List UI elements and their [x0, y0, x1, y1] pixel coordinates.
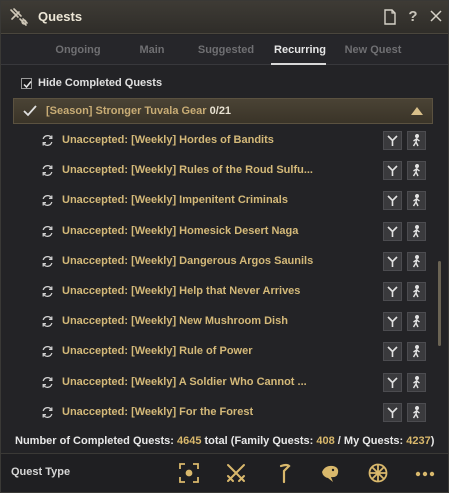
quest-row[interactable]: Unaccepted: [Weekly] New Mushroom Dish [13, 306, 433, 336]
quest-row[interactable]: Unaccepted: [Weekly] Impenitent Criminal… [13, 185, 433, 215]
document-icon[interactable] [382, 9, 398, 25]
auto-path-button[interactable] [407, 161, 426, 181]
tab-suggested[interactable]: Suggested [193, 44, 259, 56]
quest-group-count: 0/21 [209, 105, 232, 117]
more-icon[interactable] [414, 462, 436, 484]
recurring-icon [41, 134, 54, 147]
quest-row[interactable]: Unaccepted: [Weekly] Rule of Power [13, 336, 433, 366]
auto-path-button[interactable] [407, 221, 426, 241]
navigate-button[interactable] [383, 372, 402, 392]
tab-main[interactable]: Main [129, 44, 175, 56]
quest-group-name: [Season] Stronger Tuvala Gear [46, 105, 207, 117]
stats-separator: / My Quests: [337, 435, 404, 447]
quest-title: Unaccepted: [Weekly] Homesick Desert Nag… [62, 224, 299, 237]
stats-total-suffix: total (Family Quests: [204, 435, 314, 447]
wheel-icon[interactable] [367, 462, 389, 484]
quest-group-title: [Season] Stronger Tuvala Gear 0/21 [46, 105, 231, 117]
recurring-icon [41, 194, 54, 207]
quest-title: Unaccepted: [Weekly] Help that Never Arr… [62, 285, 301, 297]
quest-row[interactable]: Unaccepted: [Weekly] Help that Never Arr… [13, 276, 433, 306]
navigate-button[interactable] [383, 342, 402, 362]
auto-path-button[interactable] [407, 251, 426, 271]
dragon-icon[interactable] [319, 462, 341, 484]
stats-family: 408 [316, 435, 335, 447]
quest-row[interactable]: Unaccepted: [Weekly] Hordes of Bandits [13, 125, 433, 155]
quest-title: Unaccepted: [Weekly] Rules of the Roud S… [62, 164, 313, 177]
quest-group-header[interactable]: [Season] Stronger Tuvala Gear 0/21 [13, 98, 433, 124]
quest-row[interactable]: Unaccepted: [Weekly] Dangerous Argos Sau… [13, 246, 433, 276]
auto-path-button[interactable] [407, 342, 426, 362]
recurring-icon [41, 164, 54, 177]
tab-recurring[interactable]: Recurring [271, 44, 329, 56]
navigate-button[interactable] [383, 402, 402, 422]
stats-mine: 4237 [406, 435, 431, 447]
check-icon [22, 104, 38, 123]
recurring-icon [41, 225, 54, 238]
tab-bar: Ongoing Main Suggested Recurring New Que… [1, 35, 448, 65]
quest-title: Unaccepted: [Weekly] Dangerous Argos Sau… [62, 254, 314, 267]
completed-quests-stats: Number of Completed Quests: 4645 total (… [15, 435, 434, 447]
auto-path-button[interactable] [407, 372, 426, 392]
recurring-icon [41, 315, 54, 328]
quest-row[interactable]: Unaccepted: [Weekly] Rules of the Roud S… [13, 155, 433, 185]
hide-completed-label: Hide Completed Quests [38, 77, 163, 89]
crossed-swords-icon[interactable] [225, 462, 247, 484]
navigate-button[interactable] [383, 312, 402, 332]
navigate-button[interactable] [383, 161, 402, 181]
window-title: Quests [38, 9, 83, 24]
tab-ongoing[interactable]: Ongoing [53, 44, 103, 56]
collapse-arrow-icon[interactable] [411, 107, 423, 115]
recurring-icon [41, 406, 54, 419]
auto-path-button[interactable] [407, 131, 426, 150]
scrollbar-thumb[interactable] [438, 261, 441, 346]
quest-row[interactable]: Unaccepted: [Weekly] A Soldier Who Canno… [13, 367, 433, 397]
close-icon[interactable] [428, 9, 444, 25]
recurring-icon [41, 255, 54, 268]
quest-type-label: Quest Type [11, 466, 71, 478]
auto-path-button[interactable] [407, 402, 426, 422]
navigate-button[interactable] [383, 251, 402, 271]
stats-total: 4645 [176, 435, 202, 447]
navigate-button[interactable] [383, 191, 402, 211]
quest-title: Unaccepted: [Weekly] Rule of Power [62, 345, 253, 358]
quest-title: Unaccepted: [Weekly] A Soldier Who Canno… [62, 375, 307, 388]
help-icon[interactable]: ? [405, 9, 421, 25]
navigate-button[interactable] [383, 282, 402, 301]
title-bar[interactable]: Quests ? [1, 1, 448, 34]
quest-window: Quests ? Ongoing Main Suggested Recurrin… [0, 0, 449, 493]
recurring-icon [41, 345, 54, 358]
quest-title: Unaccepted: [Weekly] Hordes of Bandits [62, 134, 274, 146]
quest-row[interactable]: Unaccepted: [Weekly] For the Forest [13, 397, 433, 427]
recurring-icon [41, 285, 54, 298]
quest-type-bar: Quest Type [1, 453, 448, 492]
quest-scroll-icon [9, 7, 29, 27]
hide-completed-checkbox[interactable] [21, 78, 32, 89]
quest-list: Unaccepted: [Weekly] Hordes of Bandits Un… [13, 125, 433, 427]
quest-row[interactable]: Unaccepted: [Weekly] Homesick Desert Nag… [13, 216, 433, 246]
active-tab-indicator [271, 63, 326, 65]
sickle-icon[interactable] [273, 462, 295, 484]
tab-new-quest[interactable]: New Quest [341, 44, 405, 56]
stats-prefix: Number of Completed Quests: [15, 435, 174, 447]
quest-title: Unaccepted: [Weekly] New Mushroom Dish [62, 315, 288, 328]
navigate-button[interactable] [383, 221, 402, 241]
target-icon[interactable] [178, 462, 200, 484]
auto-path-button[interactable] [407, 312, 426, 332]
quest-title: Unaccepted: [Weekly] Impenitent Criminal… [62, 194, 288, 207]
quest-title: Unaccepted: [Weekly] For the Forest [62, 405, 254, 418]
stats-close: ) [430, 435, 435, 447]
recurring-icon [41, 376, 54, 389]
auto-path-button[interactable] [407, 191, 426, 211]
navigate-button[interactable] [383, 131, 402, 150]
auto-path-button[interactable] [407, 282, 426, 301]
